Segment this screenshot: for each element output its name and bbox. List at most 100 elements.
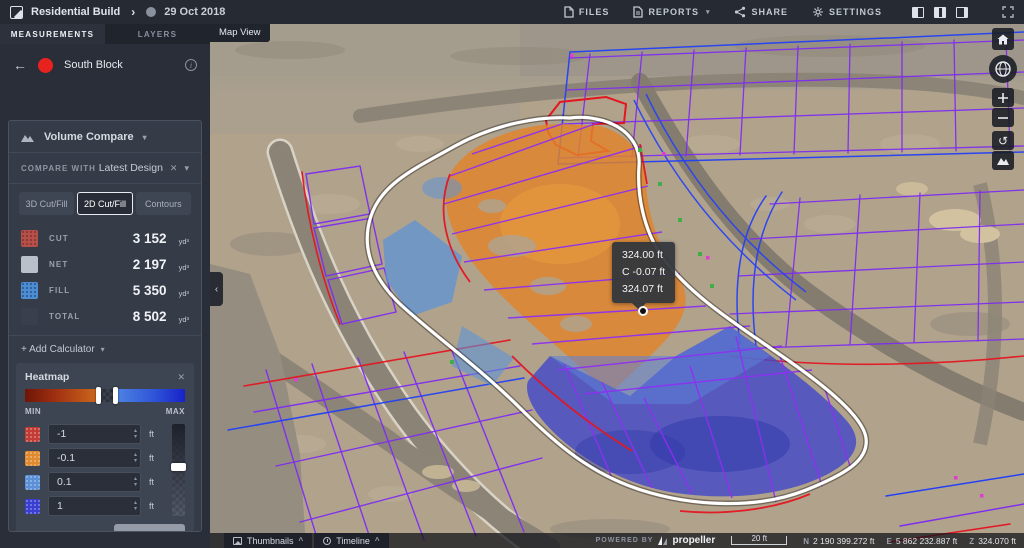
zoom-out-button[interactable] bbox=[992, 108, 1014, 127]
tooltip-design-elevation: 324.00 ft bbox=[622, 247, 665, 264]
brand-name: propeller bbox=[672, 535, 715, 546]
opacity-slider[interactable] bbox=[172, 424, 185, 516]
tooltip-cut-value: C -0.07 ft bbox=[622, 264, 665, 281]
fill-swatch bbox=[21, 282, 38, 299]
stop-unit: ft bbox=[149, 477, 163, 487]
coord-n-label: N bbox=[803, 537, 809, 546]
close-icon[interactable]: ✕ bbox=[177, 372, 185, 383]
heatmap-gradient-bar[interactable] bbox=[25, 389, 185, 402]
legend-row-total: TOTAL 8 502 yd³ bbox=[21, 303, 189, 329]
zoom-in-button[interactable] bbox=[992, 88, 1014, 107]
total-label: TOTAL bbox=[49, 312, 122, 321]
compare-with-select[interactable]: Latest Design ✕ ▾ bbox=[99, 162, 189, 174]
stepper-down-icon[interactable]: ▾ bbox=[134, 506, 137, 512]
stop-value-input-4[interactable] bbox=[48, 496, 141, 516]
mode-2d-cutfill[interactable]: 2D Cut/Fill bbox=[77, 192, 132, 215]
timeline-toggle[interactable]: Timeline ^ bbox=[314, 533, 388, 548]
coord-n-value: 2 190 399.272 ft bbox=[813, 536, 874, 546]
home-view-button[interactable] bbox=[992, 28, 1014, 50]
stop-value-input-2[interactable] bbox=[48, 448, 141, 468]
net-swatch bbox=[21, 256, 38, 273]
stepper-down-icon[interactable]: ▾ bbox=[134, 458, 137, 464]
stop-swatch-red bbox=[25, 427, 40, 442]
heatmap-title: Heatmap bbox=[25, 371, 69, 383]
powered-by-label: POWERED BY bbox=[596, 537, 654, 544]
max-label: MAX bbox=[166, 407, 185, 416]
topbar-left: Residential Build › 29 Oct 2018 bbox=[10, 5, 225, 19]
right-pane-layout-icon[interactable] bbox=[956, 7, 968, 18]
stop-swatch-lightblue bbox=[25, 475, 40, 490]
app-logo-icon[interactable] bbox=[10, 6, 23, 19]
app-root: Residential Build › 29 Oct 2018 FILES RE… bbox=[0, 0, 1024, 548]
share-button[interactable]: SHARE bbox=[734, 6, 788, 18]
fullscreen-icon[interactable] bbox=[1002, 6, 1014, 18]
legend-row-cut: CUT 3 152 yd³ bbox=[21, 225, 189, 251]
chevron-down-icon: ▾ bbox=[184, 163, 189, 174]
total-value: 8 502 bbox=[133, 309, 167, 324]
tooltip-surface-elevation: 324.07 ft bbox=[622, 281, 665, 298]
back-button[interactable]: ← bbox=[13, 58, 27, 72]
gradient-handle-left[interactable] bbox=[96, 387, 101, 404]
volume-compare-panel: Volume Compare ▾ COMPARE WITH Latest Des… bbox=[8, 120, 202, 532]
add-calculator-button[interactable]: + Add Calculator ▾ bbox=[9, 336, 201, 363]
reports-button[interactable]: REPORTS ▾ bbox=[633, 6, 710, 18]
cut-swatch bbox=[21, 230, 38, 247]
share-icon bbox=[734, 6, 746, 18]
cut-value: 3 152 bbox=[133, 231, 167, 246]
powered-by: POWERED BY propeller bbox=[596, 535, 716, 546]
project-name[interactable]: Residential Build bbox=[31, 6, 120, 18]
split-pane-layout-icon[interactable] bbox=[934, 7, 946, 18]
stop-row-1: ▴▾ ft bbox=[25, 424, 163, 444]
clear-comparison-icon[interactable]: ✕ bbox=[170, 163, 178, 174]
fill-unit: yd³ bbox=[179, 289, 189, 298]
stop-value-input-1[interactable] bbox=[48, 424, 141, 444]
stepper-down-icon[interactable]: ▾ bbox=[134, 434, 137, 440]
apply-button[interactable]: APPLY bbox=[114, 524, 185, 532]
map-view-tab[interactable]: Map View bbox=[210, 24, 270, 42]
files-button[interactable]: FILES bbox=[564, 6, 610, 18]
settings-button[interactable]: SETTINGS bbox=[812, 6, 882, 18]
survey-date[interactable]: 29 Oct 2018 bbox=[164, 6, 225, 18]
gradient-handle-right[interactable] bbox=[113, 387, 118, 404]
tab-measurements[interactable]: MEASUREMENTS bbox=[0, 24, 105, 44]
caret-up-icon: ^ bbox=[299, 536, 304, 545]
heatmap-stops: ▴▾ ft ▴▾ ft ▴▾ bbox=[25, 424, 185, 516]
mode-3d-cutfill[interactable]: 3D Cut/Fill bbox=[19, 192, 74, 215]
map-viewport[interactable]: Map View ‹ ↺ bbox=[210, 24, 1024, 548]
thumbnails-icon bbox=[233, 537, 242, 545]
dataset-globe-icon bbox=[146, 7, 156, 17]
heatmap-header: Heatmap ✕ bbox=[25, 371, 185, 383]
fill-value: 5 350 bbox=[133, 283, 167, 298]
thumbnails-toggle[interactable]: Thumbnails ^ bbox=[224, 533, 312, 548]
add-calculator-label: + Add Calculator bbox=[21, 344, 95, 355]
stop-value-input-3[interactable] bbox=[48, 472, 141, 492]
clock-icon bbox=[323, 537, 331, 545]
stop-unit: ft bbox=[149, 501, 163, 511]
stepper-down-icon[interactable]: ▾ bbox=[134, 482, 137, 488]
chevron-down-icon: ▾ bbox=[143, 133, 147, 142]
globe-compass-icon bbox=[994, 60, 1012, 78]
compass-button[interactable] bbox=[989, 55, 1017, 83]
panel-title-row[interactable]: Volume Compare ▾ bbox=[9, 121, 201, 152]
measurement-color-dot bbox=[38, 58, 53, 73]
legend-row-net: NET 2 197 yd³ bbox=[21, 251, 189, 277]
net-unit: yd³ bbox=[179, 263, 189, 272]
sidebar-collapse-handle[interactable]: ‹ bbox=[210, 272, 223, 306]
chevron-down-icon: ▾ bbox=[706, 8, 711, 16]
map-scale-bar: 20 ft bbox=[731, 536, 787, 545]
terrain-level-button[interactable] bbox=[992, 151, 1014, 170]
single-pane-layout-icon[interactable] bbox=[912, 7, 924, 18]
gradient-cut-segment bbox=[25, 389, 99, 402]
timeline-label: Timeline bbox=[336, 536, 370, 546]
map-cursor-dot bbox=[640, 308, 646, 314]
info-icon[interactable]: i bbox=[185, 59, 197, 71]
sidebar: MEASUREMENTS LAYERS ← South Block i Volu… bbox=[0, 24, 210, 548]
measurement-header: ← South Block i bbox=[0, 44, 210, 86]
min-label: MIN bbox=[25, 407, 41, 416]
opacity-slider-handle[interactable] bbox=[171, 463, 186, 471]
scale-value: 20 ft bbox=[751, 535, 767, 544]
reset-view-button[interactable]: ↺ bbox=[992, 131, 1014, 150]
tab-layers[interactable]: LAYERS bbox=[105, 24, 210, 44]
mode-contours[interactable]: Contours bbox=[136, 192, 191, 215]
propeller-logo-icon bbox=[658, 536, 667, 545]
